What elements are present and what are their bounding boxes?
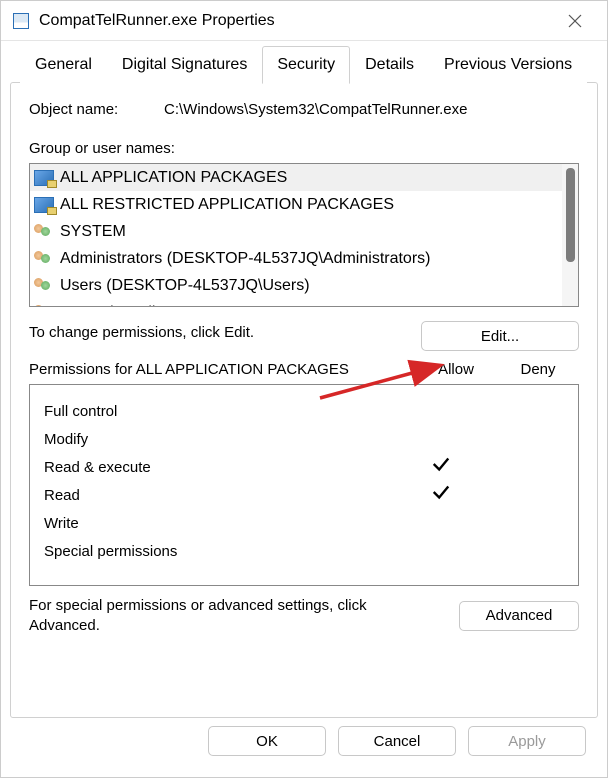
tab-details[interactable]: Details bbox=[350, 46, 429, 84]
permission-row: Write bbox=[44, 509, 564, 537]
object-name-label: Object name: bbox=[29, 101, 164, 118]
tab-digital-signatures[interactable]: Digital Signatures bbox=[107, 46, 262, 84]
apply-button[interactable]: Apply bbox=[468, 726, 586, 756]
permissions-title-prefix: Permissions for bbox=[29, 361, 136, 378]
principal-item[interactable]: TrustedInstaller bbox=[30, 299, 562, 307]
users-icon bbox=[34, 251, 54, 267]
column-deny: Deny bbox=[497, 361, 579, 378]
group-user-names-label: Group or user names: bbox=[29, 140, 579, 157]
tab-previous-versions[interactable]: Previous Versions bbox=[429, 46, 587, 84]
tab-general[interactable]: General bbox=[20, 46, 107, 84]
permission-row: Read & execute bbox=[44, 453, 564, 481]
permission-label: Modify bbox=[44, 431, 400, 448]
cancel-button[interactable]: Cancel bbox=[338, 726, 456, 756]
principal-label: Administrators (DESKTOP-4L537JQ\Administ… bbox=[60, 250, 430, 268]
content-area: GeneralDigital SignaturesSecurityDetails… bbox=[1, 41, 607, 777]
permission-row: Special permissions bbox=[44, 537, 564, 565]
principal-label: Users (DESKTOP-4L537JQ\Users) bbox=[60, 277, 310, 295]
object-name-value: C:\Windows\System32\CompatTelRunner.exe bbox=[164, 101, 467, 118]
permission-allow bbox=[400, 455, 482, 479]
users-icon bbox=[34, 278, 54, 294]
principal-item[interactable]: Administrators (DESKTOP-4L537JQ\Administ… bbox=[30, 245, 562, 272]
dialog-footer: OK Cancel Apply bbox=[10, 718, 598, 768]
permissions-list: Full control Modify Read & execute Read Writ… bbox=[29, 384, 579, 586]
edit-hint: To change permissions, click Edit. bbox=[29, 321, 254, 341]
properties-dialog: CompatTelRunner.exe Properties GeneralDi… bbox=[0, 0, 608, 778]
column-allow: Allow bbox=[415, 361, 497, 378]
advanced-button[interactable]: Advanced bbox=[459, 601, 579, 631]
edit-button[interactable]: Edit... bbox=[421, 321, 579, 351]
close-button[interactable] bbox=[555, 1, 595, 41]
window-title: CompatTelRunner.exe Properties bbox=[39, 12, 555, 30]
principals-listbox[interactable]: ALL APPLICATION PACKAGES ALL RESTRICTED A… bbox=[29, 163, 579, 307]
permission-allow bbox=[400, 483, 482, 507]
permissions-title-subject: ALL APPLICATION PACKAGES bbox=[136, 361, 349, 378]
principal-item[interactable]: SYSTEM bbox=[30, 218, 562, 245]
permission-label: Full control bbox=[44, 403, 400, 420]
permissions-header: Permissions for ALL APPLICATION PACKAGES… bbox=[29, 361, 579, 378]
principal-label: TrustedInstaller bbox=[60, 304, 170, 308]
principal-label: SYSTEM bbox=[60, 223, 126, 241]
tab-panel-security: Object name: C:\Windows\System32\CompatT… bbox=[10, 82, 598, 718]
permission-row: Read bbox=[44, 481, 564, 509]
permission-label: Read & execute bbox=[44, 459, 400, 476]
principal-item[interactable]: ALL APPLICATION PACKAGES bbox=[30, 164, 562, 191]
permission-label: Special permissions bbox=[44, 543, 400, 560]
principal-item[interactable]: ALL RESTRICTED APPLICATION PACKAGES bbox=[30, 191, 562, 218]
principal-label: ALL RESTRICTED APPLICATION PACKAGES bbox=[60, 196, 394, 214]
permission-label: Write bbox=[44, 515, 400, 532]
ok-button[interactable]: OK bbox=[208, 726, 326, 756]
principal-label: ALL APPLICATION PACKAGES bbox=[60, 169, 287, 187]
close-icon bbox=[568, 14, 582, 28]
permission-label: Read bbox=[44, 487, 400, 504]
users-icon bbox=[34, 305, 54, 308]
permission-row: Full control bbox=[44, 397, 564, 425]
scrollbar-thumb[interactable] bbox=[566, 168, 575, 262]
package-icon bbox=[34, 197, 54, 213]
permission-row: Modify bbox=[44, 425, 564, 453]
package-icon bbox=[34, 170, 54, 186]
advanced-hint: For special permissions or advanced sett… bbox=[29, 596, 389, 635]
titlebar: CompatTelRunner.exe Properties bbox=[1, 1, 607, 41]
object-name-row: Object name: C:\Windows\System32\CompatT… bbox=[29, 101, 579, 118]
principal-item[interactable]: Users (DESKTOP-4L537JQ\Users) bbox=[30, 272, 562, 299]
users-icon bbox=[34, 224, 54, 240]
tab-strip: GeneralDigital SignaturesSecurityDetails… bbox=[10, 45, 598, 83]
tab-security[interactable]: Security bbox=[262, 46, 350, 84]
scrollbar[interactable] bbox=[562, 164, 578, 306]
app-icon bbox=[13, 13, 29, 29]
